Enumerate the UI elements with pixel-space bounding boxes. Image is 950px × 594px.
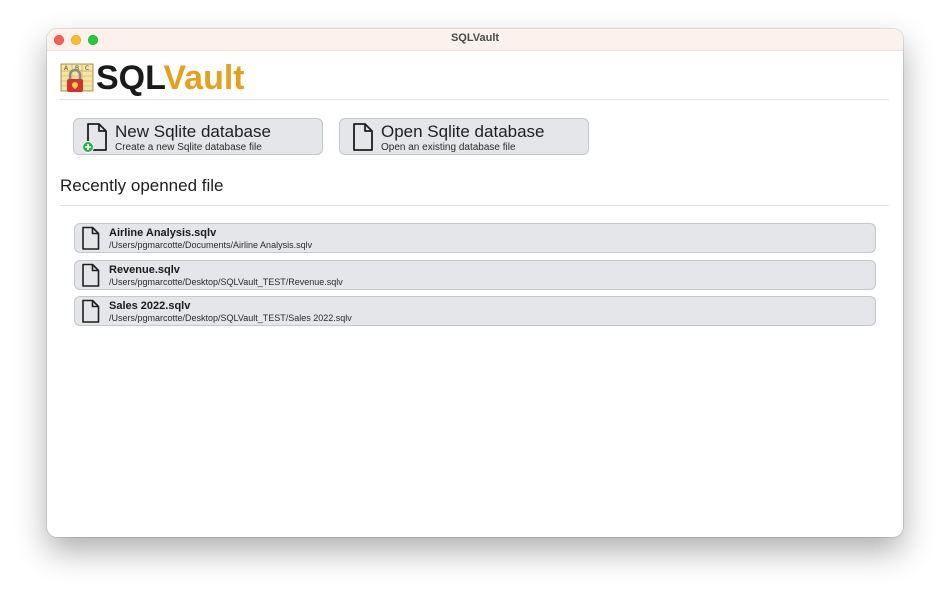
logo-vault-text: Vault (163, 59, 245, 97)
file-icon (82, 226, 100, 250)
title-bar[interactable]: SQLVault (47, 29, 903, 51)
abc-lock-icon: A B C (60, 63, 94, 92)
recent-file-path: /Users/pgmarcotte/Desktop/SQLVault_TEST/… (109, 313, 352, 323)
file-icon (353, 123, 373, 151)
new-database-subtitle: Create a new Sqlite database file (115, 142, 262, 153)
open-database-subtitle: Open an existing database file (381, 142, 516, 153)
file-icon (82, 299, 100, 323)
open-database-title: Open Sqlite database (381, 122, 545, 141)
app-window: SQLVault A B C SQLVault New Sqlite datab… (47, 29, 903, 537)
recent-file-row[interactable]: Airline Analysis.sqlv /Users/pgmarcotte/… (74, 223, 876, 253)
recent-file-name: Sales 2022.sqlv (109, 300, 191, 312)
open-database-button[interactable]: Open Sqlite database Open an existing da… (339, 118, 589, 155)
file-icon (82, 263, 100, 287)
recent-divider (60, 205, 889, 206)
recent-file-row[interactable]: Revenue.sqlv /Users/pgmarcotte/Desktop/S… (74, 260, 876, 290)
new-database-title: New Sqlite database (115, 122, 271, 141)
header-divider (60, 99, 889, 100)
logo-letter-c: C (85, 65, 89, 72)
recent-file-name: Airline Analysis.sqlv (109, 227, 217, 239)
logo-sql-text: SQL (96, 59, 164, 97)
recent-file-name: Revenue.sqlv (109, 264, 180, 276)
new-file-plus-icon (83, 123, 107, 153)
recent-files-heading: Recently openned file (60, 176, 224, 195)
recent-file-path: /Users/pgmarcotte/Documents/Airline Anal… (109, 240, 313, 250)
window-title: SQLVault (450, 32, 500, 44)
recent-file-path: /Users/pgmarcotte/Desktop/SQLVault_TEST/… (109, 277, 343, 287)
new-database-button[interactable]: New Sqlite database Create a new Sqlite … (73, 118, 323, 155)
logo-text: SQLVault (96, 60, 245, 96)
recent-file-row[interactable]: Sales 2022.sqlv /Users/pgmarcotte/Deskto… (74, 296, 876, 326)
